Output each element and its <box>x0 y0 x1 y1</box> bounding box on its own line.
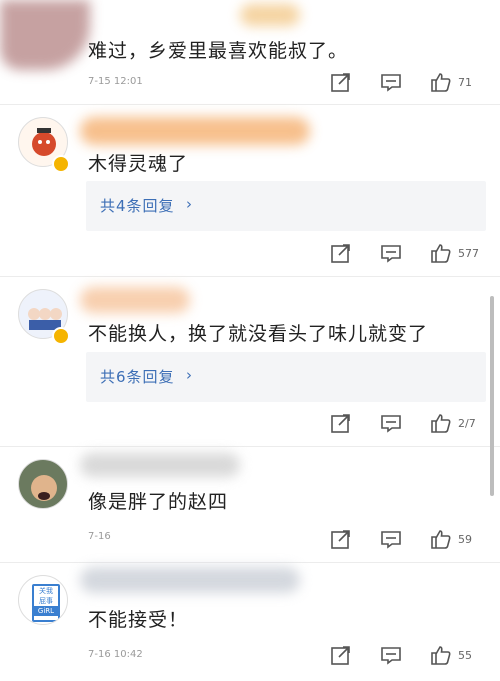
comment-item: 关我 屁事 GiRL 不能接受！ 7-16 10:42 55 <box>0 563 500 681</box>
obscured-username <box>240 4 300 26</box>
comment-time: 7-16 10:42 <box>88 649 143 660</box>
comment-icon <box>381 647 401 665</box>
comment-button[interactable] <box>380 525 402 553</box>
obscured-username <box>80 117 310 145</box>
comment-icon <box>381 74 401 92</box>
repost-button[interactable] <box>330 525 352 553</box>
comment-actions: 2/7 <box>330 409 500 437</box>
repost-button[interactable] <box>330 239 352 267</box>
obscured-username <box>80 567 300 593</box>
like-count: 55 <box>458 648 472 662</box>
obscured-username <box>80 287 190 313</box>
view-replies-link[interactable]: 共4条回复 <box>100 195 175 216</box>
comment-button[interactable] <box>380 239 402 267</box>
comment-icon <box>381 245 401 263</box>
repost-button[interactable] <box>330 641 352 669</box>
comment-button[interactable] <box>380 409 402 437</box>
view-replies-link[interactable]: 共6条回复 <box>100 366 175 387</box>
repost-button[interactable] <box>330 68 352 96</box>
comment-item: 像是胖了的赵四 7-16 59 <box>0 447 500 562</box>
like-button[interactable]: 577 <box>430 239 479 267</box>
avatar-text: 屁事 <box>39 597 53 605</box>
like-count: 59 <box>458 532 472 546</box>
repost-icon <box>331 530 350 549</box>
repost-icon <box>331 646 350 665</box>
comment-text: 不能换人，换了就没看头了味儿就变了 <box>88 323 429 345</box>
comment-button[interactable] <box>380 641 402 669</box>
repost-button[interactable] <box>330 409 352 437</box>
comment-time: 7-16 <box>88 531 111 542</box>
comment-button[interactable] <box>380 68 402 96</box>
scrollbar[interactable] <box>490 296 494 496</box>
reply-box[interactable]: 共4条回复 › <box>86 181 486 231</box>
comment-text: 不能接受！ <box>88 609 189 631</box>
user-avatar[interactable] <box>18 459 68 509</box>
comment-item: 木得灵魂了 共4条回复 › 577 <box>0 105 500 280</box>
comment-actions: 59 <box>330 525 500 553</box>
comment-actions: 577 <box>330 239 500 267</box>
comment-icon <box>381 415 401 433</box>
thumbs-up-icon <box>431 244 451 263</box>
user-avatar[interactable]: 关我 屁事 GiRL <box>18 575 68 625</box>
verified-badge <box>52 155 70 173</box>
reply-box[interactable]: 共6条回复 › <box>86 352 486 402</box>
thumbs-up-icon <box>431 530 451 549</box>
like-count: 71 <box>458 75 472 89</box>
avatar-text: 关我 <box>39 587 53 595</box>
comment-actions: 71 <box>330 68 500 96</box>
chevron-right-icon: › <box>186 195 193 213</box>
like-button[interactable]: 59 <box>430 525 472 553</box>
comment-text: 木得灵魂了 <box>88 153 189 175</box>
comment-item: 不能换人，换了就没看头了味儿就变了 共6条回复 › 2/7 <box>0 277 500 447</box>
obscured-avatar <box>0 0 90 70</box>
verified-badge <box>52 327 70 345</box>
comment-text: 难过，乡爱里最喜欢能叔了。 <box>88 40 349 62</box>
repost-icon <box>331 73 350 92</box>
like-count: 2/7 <box>458 416 476 430</box>
comment-item: 难过，乡爱里最喜欢能叔了。 7-15 12:01 71 <box>0 0 500 102</box>
comment-text: 像是胖了的赵四 <box>88 491 229 513</box>
repost-icon <box>331 244 350 263</box>
comment-actions: 55 <box>330 641 500 669</box>
obscured-username <box>80 453 240 477</box>
comment-icon <box>381 531 401 549</box>
thumbs-up-icon <box>431 73 451 92</box>
thumbs-up-icon <box>431 646 451 665</box>
avatar-text: GiRL <box>34 606 58 616</box>
like-button[interactable]: 2/7 <box>430 409 476 437</box>
chevron-right-icon: › <box>186 366 193 384</box>
thumbs-up-icon <box>431 414 451 433</box>
comment-time: 7-15 12:01 <box>88 76 143 87</box>
like-count: 577 <box>458 246 479 260</box>
like-button[interactable]: 55 <box>430 641 472 669</box>
like-button[interactable]: 71 <box>430 68 472 96</box>
repost-icon <box>331 414 350 433</box>
